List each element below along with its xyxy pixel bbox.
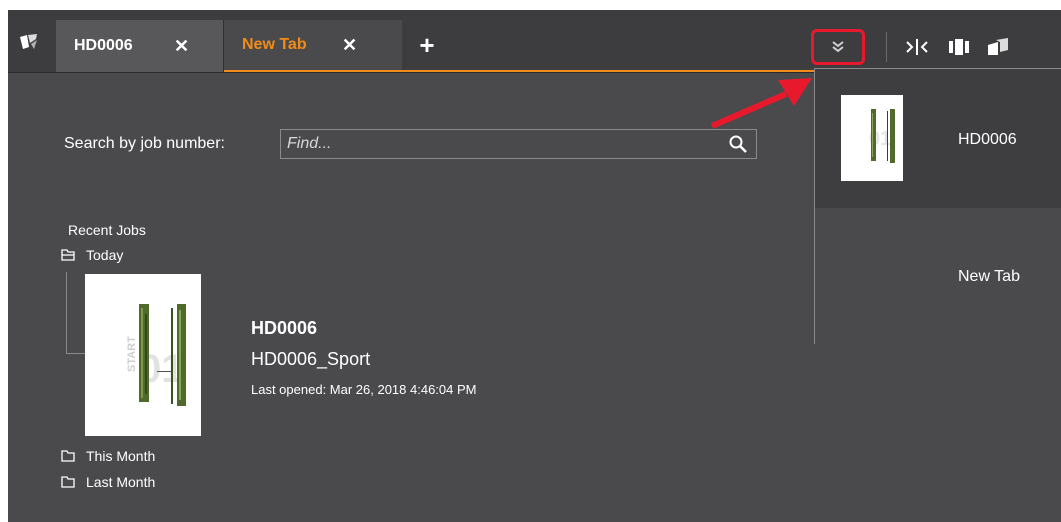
add-tab-button[interactable]: + [412,32,442,62]
undock-window-icon[interactable] [984,34,1012,60]
tab-overflow-button[interactable] [811,29,865,65]
split-view-icon[interactable] [904,34,932,60]
search-label: Search by job number: [64,135,225,152]
search-input[interactable] [287,134,707,154]
tree-group-last-month[interactable]: Last Month [60,474,155,490]
tab-overflow-menu: 01 HD0006 New Tab [814,68,1061,344]
tree-group-label: Last Month [86,474,156,490]
tree-group-this-month[interactable]: This Month [60,448,155,464]
app-logo-icon[interactable] [16,30,42,56]
job-id[interactable]: HD0006 [251,318,317,339]
tab-hd0006[interactable]: HD0006 ✕ [56,20,224,72]
job-last-opened: Last opened: Mar 26, 2018 4:46:04 PM [251,382,477,397]
menu-item-label: HD0006 [958,131,1017,148]
tree-group-label: This Month [86,448,156,464]
panel-view-icon[interactable] [945,34,973,60]
tab-new-tab[interactable]: New Tab ✕ [224,20,402,72]
job-name[interactable]: HD0006_Sport [251,349,370,370]
close-icon[interactable]: ✕ [174,36,189,57]
app-window: HD0006 ✕ New Tab ✕ + Search by job numbe… [8,10,1061,522]
menu-item-label: New Tab [958,268,1020,285]
tab-label: New Tab [242,36,307,53]
menu-item-new-tab[interactable]: New Tab [815,208,1061,344]
thumbnail-text: START [126,336,138,372]
recent-jobs-heading: Recent Jobs [68,222,146,238]
folder-icon [61,249,75,261]
double-chevron-down-icon [832,41,844,53]
folder-icon [61,476,75,488]
callout-arrow-icon [710,78,812,129]
toolbar-divider [886,32,887,62]
search-box[interactable] [280,129,757,159]
menu-item-hd0006[interactable]: 01 HD0006 [815,69,1061,208]
menu-item-thumbnail: 01 [841,95,903,181]
tree-connector [66,353,86,354]
tree-connector [66,272,67,354]
search-icon[interactable] [728,134,748,154]
close-icon[interactable]: ✕ [342,35,357,56]
tab-bar: HD0006 ✕ New Tab ✕ + [8,10,1061,72]
job-thumbnail[interactable]: 01 START [85,274,201,436]
tree-group-label: Today [86,247,124,263]
tree-group-today[interactable]: Today [60,247,123,263]
tab-label: HD0006 [74,37,133,54]
folder-icon [61,450,75,462]
